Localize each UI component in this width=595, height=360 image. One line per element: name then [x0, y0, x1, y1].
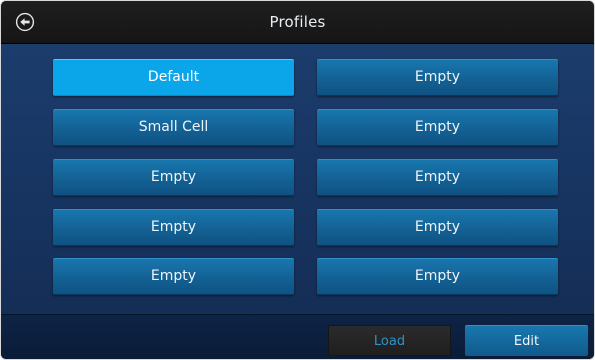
- profile-button-3[interactable]: Small Cell: [53, 109, 294, 146]
- profile-button-10[interactable]: Empty: [317, 258, 558, 295]
- profile-button-7[interactable]: Empty: [53, 209, 294, 246]
- profile-button-9[interactable]: Empty: [53, 258, 294, 295]
- footer-bar: Load Edit: [1, 314, 594, 359]
- profile-button-4[interactable]: Empty: [317, 109, 558, 146]
- title-bar: Profiles: [1, 1, 594, 44]
- profile-button-5[interactable]: Empty: [53, 159, 294, 196]
- profile-button-6[interactable]: Empty: [317, 159, 558, 196]
- profile-button-2[interactable]: Empty: [317, 59, 558, 96]
- profile-button-8[interactable]: Empty: [317, 209, 558, 246]
- profile-grid: Default Empty Small Cell Empty Empty Emp…: [53, 59, 559, 299]
- page-title: Profiles: [269, 13, 326, 31]
- load-button[interactable]: Load: [328, 325, 451, 356]
- edit-button[interactable]: Edit: [465, 325, 588, 356]
- profile-button-1[interactable]: Default: [53, 59, 294, 96]
- profiles-screen: Profiles Default Empty Small Cell Empty …: [0, 0, 595, 360]
